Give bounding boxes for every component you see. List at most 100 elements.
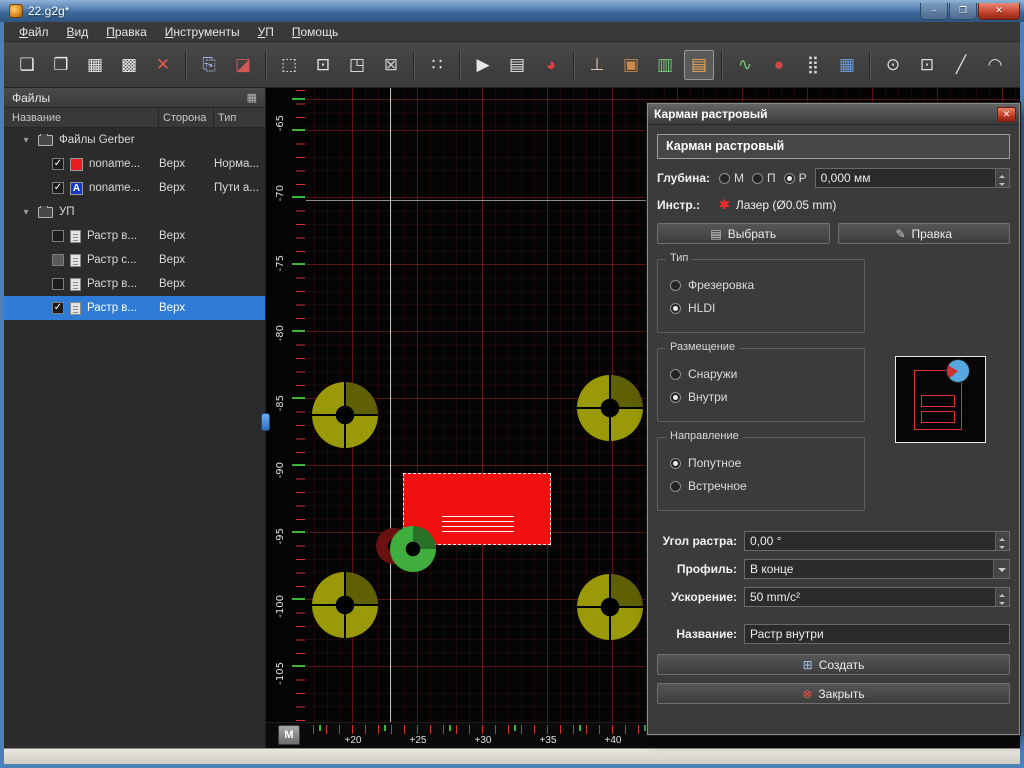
matrix-tool-icon[interactable]: ⣿ bbox=[798, 50, 828, 80]
menu-file[interactable]: Файл bbox=[10, 23, 58, 41]
raster-green-icon[interactable]: ▥ bbox=[650, 50, 680, 80]
save-file-icon[interactable]: ▦ bbox=[80, 50, 110, 80]
tree-row-gerber-1[interactable]: ✓ noname... Верх Норма... bbox=[4, 152, 265, 176]
pie-preview-icon[interactable]: ◕ bbox=[536, 50, 566, 80]
name-field[interactable]: Растр внутри bbox=[744, 624, 1010, 644]
spline-tool-icon[interactable]: ∿ bbox=[730, 50, 760, 80]
fiducial-ring[interactable] bbox=[312, 572, 378, 638]
close-file-icon[interactable]: ✕ bbox=[148, 50, 178, 80]
radio-icon[interactable] bbox=[670, 457, 681, 469]
panel-splitter-handle[interactable] bbox=[261, 413, 270, 431]
spin-up-icon[interactable] bbox=[996, 169, 1009, 178]
profile-dropdown[interactable]: В конце bbox=[744, 559, 1010, 579]
dialog-close-button[interactable]: ✕ bbox=[997, 106, 1016, 122]
fiducial-ring[interactable] bbox=[577, 574, 643, 640]
close-dialog-button[interactable]: ⊗ Закрыть bbox=[657, 683, 1010, 704]
dialog-titlebar[interactable]: Карман растровый ✕ bbox=[648, 104, 1019, 125]
radio-icon[interactable] bbox=[670, 279, 681, 291]
rect-center-tool-icon[interactable]: ⊡ bbox=[912, 50, 942, 80]
chevron-down-icon[interactable] bbox=[993, 560, 1009, 578]
spin-down-icon[interactable] bbox=[996, 597, 1009, 606]
tree-row-gerber-2[interactable]: ✓ A noname... Верх Пути а... bbox=[4, 176, 265, 200]
tree-group-gerber[interactable]: ▾ Файлы Gerber bbox=[4, 128, 265, 152]
maximize-button[interactable]: ❐ bbox=[949, 2, 977, 20]
row-checkbox[interactable] bbox=[52, 230, 64, 242]
type-option-hldi[interactable]: HLDI bbox=[670, 301, 854, 315]
tree-row-up-2[interactable]: Растр с... Верх bbox=[4, 248, 265, 272]
fiducial-ring[interactable] bbox=[312, 382, 378, 448]
mill-tool-icon[interactable]: ▣ bbox=[616, 50, 646, 80]
edit-tool-button[interactable]: ✎ Правка bbox=[837, 223, 1010, 244]
measure-mode-button[interactable]: M bbox=[278, 725, 300, 745]
grid-blue-tool-icon[interactable]: ▦ bbox=[832, 50, 862, 80]
tool-table-icon[interactable]: ▤ bbox=[502, 50, 532, 80]
zoom-fit-icon[interactable]: ⊡ bbox=[308, 50, 338, 80]
spin-up-icon[interactable] bbox=[996, 532, 1009, 541]
chevron-down-icon[interactable]: ▾ bbox=[20, 135, 32, 146]
spin-down-icon[interactable] bbox=[996, 541, 1009, 550]
spinner[interactable] bbox=[995, 588, 1009, 606]
circle-fill-tool-icon[interactable]: ● bbox=[764, 50, 794, 80]
drill-tool-icon[interactable]: ⊥ bbox=[582, 50, 612, 80]
type-option-milling[interactable]: Фрезеровка bbox=[670, 278, 854, 292]
spin-up-icon[interactable] bbox=[996, 588, 1009, 597]
import-file-icon[interactable]: ⎘ bbox=[194, 50, 224, 80]
column-name[interactable]: Название bbox=[4, 108, 159, 127]
spinner[interactable] bbox=[995, 169, 1009, 187]
zoom-window-icon[interactable]: ⬚ bbox=[274, 50, 304, 80]
create-button[interactable]: ⊞ Создать bbox=[657, 654, 1010, 675]
radio-icon[interactable] bbox=[670, 302, 681, 314]
new-file-icon[interactable]: ❏ bbox=[12, 50, 42, 80]
spinner[interactable] bbox=[995, 532, 1009, 550]
direction-option-climb[interactable]: Попутное bbox=[670, 456, 854, 470]
zoom-object-icon[interactable]: ⊠ bbox=[376, 50, 406, 80]
tree-row-up-3[interactable]: Растр в... Верх bbox=[4, 272, 265, 296]
depth-radio-m[interactable] bbox=[719, 172, 730, 184]
column-type[interactable]: Тип bbox=[214, 108, 265, 127]
tree-row-up-4-selected[interactable]: ✓ Растр в... Верх bbox=[4, 296, 265, 320]
tree-group-up[interactable]: ▾ УП bbox=[4, 200, 265, 224]
line-tool-icon[interactable]: ╱ bbox=[946, 50, 976, 80]
panel-menu-icon[interactable]: ▦ bbox=[247, 91, 257, 104]
tree-row-up-1[interactable]: Растр в... Верх bbox=[4, 224, 265, 248]
radio-icon[interactable] bbox=[670, 391, 681, 403]
zoom-selection-icon[interactable]: ◳ bbox=[342, 50, 372, 80]
row-checkbox[interactable] bbox=[52, 278, 64, 290]
row-checkbox[interactable]: ✓ bbox=[52, 182, 64, 194]
fiducial-ring-green[interactable] bbox=[390, 526, 436, 572]
chevron-down-icon[interactable]: ▾ bbox=[20, 207, 32, 218]
close-button[interactable]: ✕ bbox=[978, 2, 1020, 20]
menu-up[interactable]: УП bbox=[249, 23, 283, 41]
menu-tools[interactable]: Инструменты bbox=[156, 23, 249, 41]
minimize-button[interactable]: – bbox=[920, 2, 948, 20]
row-checkbox[interactable]: ✓ bbox=[52, 302, 64, 314]
depth-radio-r[interactable] bbox=[783, 172, 795, 184]
placement-option-outside[interactable]: Снаружи bbox=[670, 367, 854, 381]
save-as-icon[interactable]: ▩ bbox=[114, 50, 144, 80]
acceleration-field[interactable]: 50 mm/c² bbox=[744, 587, 1010, 607]
depth-value-field[interactable]: 0,000 мм bbox=[814, 168, 1010, 188]
layers-compare-icon[interactable]: ◪ bbox=[228, 50, 258, 80]
open-file-icon[interactable]: ❒ bbox=[46, 50, 76, 80]
spin-down-icon[interactable] bbox=[996, 178, 1009, 187]
raster-pocket-icon[interactable]: ▤ bbox=[684, 49, 714, 80]
circle-center-tool-icon[interactable]: ⊙ bbox=[878, 50, 908, 80]
menu-view[interactable]: Вид bbox=[58, 23, 98, 41]
select-tool-button[interactable]: ▤ Выбрать bbox=[657, 223, 830, 244]
row-checkbox[interactable]: ✓ bbox=[52, 158, 64, 170]
row-checkbox[interactable] bbox=[52, 254, 64, 266]
arc-tool-icon[interactable]: ◠ bbox=[980, 50, 1010, 80]
snap-grid-icon[interactable]: ∷ bbox=[422, 50, 452, 80]
menu-help[interactable]: Помощь bbox=[283, 23, 347, 41]
depth-radio-p[interactable] bbox=[752, 172, 763, 184]
run-job-icon[interactable]: ▶ bbox=[468, 50, 498, 80]
angle-field[interactable]: 0,00 ° bbox=[744, 531, 1010, 551]
column-side[interactable]: Сторона bbox=[159, 108, 214, 127]
radio-icon[interactable] bbox=[670, 480, 681, 492]
placement-option-inside[interactable]: Внутри bbox=[670, 390, 854, 404]
radio-icon[interactable] bbox=[670, 368, 681, 380]
direction-option-conventional[interactable]: Встречное bbox=[670, 479, 854, 493]
menu-edit[interactable]: Правка bbox=[97, 23, 156, 41]
fiducial-ring[interactable] bbox=[577, 375, 643, 441]
window-titlebar[interactable]: 22.g2g* – ❐ ✕ bbox=[0, 0, 1024, 22]
